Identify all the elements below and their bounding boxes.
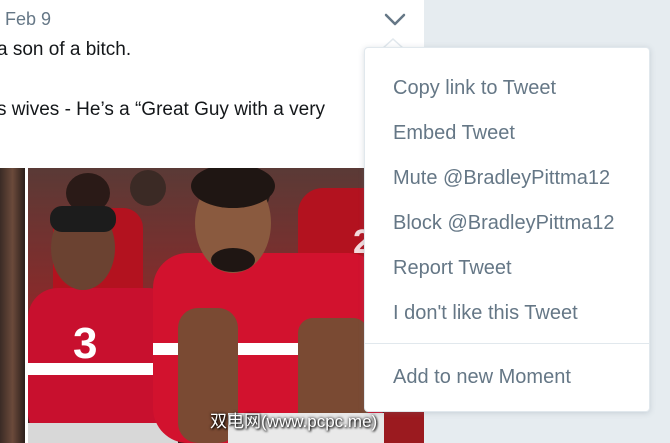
menu-item-report-tweet[interactable]: Report Tweet [365,248,649,288]
menu-divider [365,343,649,344]
watermark-text: 双电网(www.pcpc.me) [210,412,378,431]
menu-item-block-user[interactable]: Block @BradleyPittma12 [365,203,649,243]
menu-item-mute-user[interactable]: Mute @BradleyPittma12 [365,158,649,198]
menu-item-embed-tweet[interactable]: Embed Tweet [365,113,649,153]
tweet-text-line-1: a son of a bitch. [0,39,132,60]
tweet-actions-menu: Copy link to Tweet Embed Tweet Mute @Bra… [364,47,650,412]
menu-item-copy-link[interactable]: Copy link to Tweet [365,68,649,108]
menu-item-dislike-tweet[interactable]: I don't like this Tweet [365,293,649,333]
tweet-date[interactable]: Feb 9 [5,9,51,30]
menu-item-add-to-moment[interactable]: Add to new Moment [365,357,649,397]
tweet-text-line-2: s wives - He’s a “Great Guy with a very [0,99,326,120]
media-thumbnail-left[interactable] [0,168,25,443]
chevron-down-icon[interactable] [383,11,407,29]
tweet-card: Feb 9 a son of a bitch. s wives - He’s a… [0,0,424,443]
svg-text:3: 3 [73,319,97,368]
